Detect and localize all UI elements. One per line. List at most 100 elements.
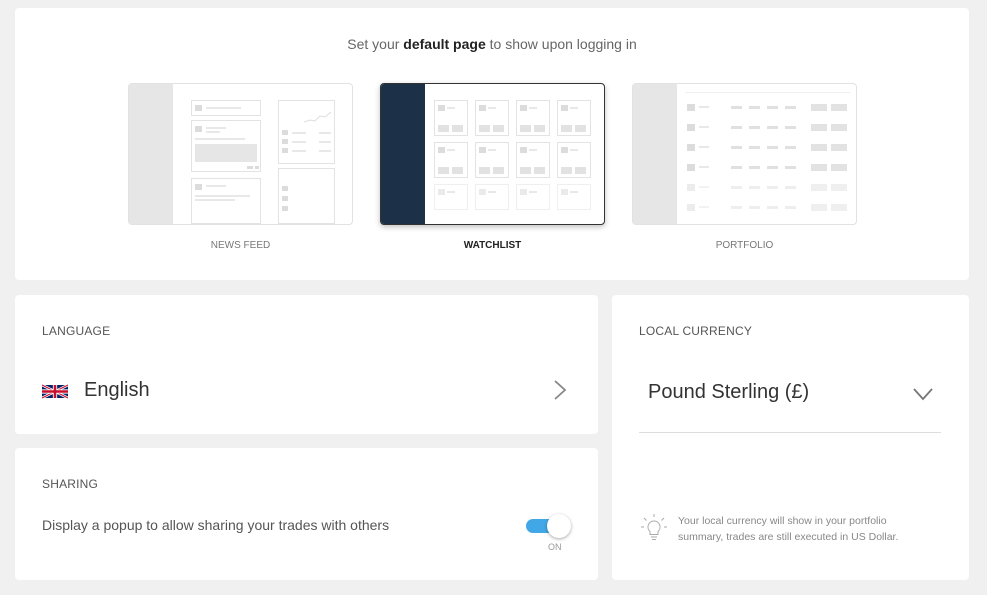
portfolio-cell: [749, 166, 760, 169]
thumb-block: [282, 186, 288, 191]
portfolio-cell: [749, 146, 760, 149]
watchlist-tile-icon: [438, 147, 445, 153]
watchlist-tile: [516, 184, 550, 210]
portfolio-option[interactable]: [632, 83, 857, 225]
portfolio-cell: [785, 106, 796, 109]
portfolio-cell: [731, 146, 742, 149]
currency-card: LOCAL CURRENCY Pound Sterling (£) Your l…: [612, 295, 969, 580]
portfolio-cell: [767, 126, 778, 129]
watchlist-tile-pill: [520, 167, 531, 174]
thumb-block: [282, 196, 288, 201]
language-section-label: LANGUAGE: [42, 324, 111, 338]
title-bold: default page: [403, 36, 486, 52]
currency-section-label: LOCAL CURRENCY: [639, 324, 753, 338]
watchlist-tile-line: [529, 149, 537, 151]
watchlist-tile-line: [529, 107, 537, 109]
uk-flag-icon: [42, 384, 68, 399]
portfolio-row-name: [699, 186, 709, 188]
portfolio-row-icon: [687, 124, 695, 131]
thumb-line: [206, 107, 241, 109]
watchlist-option[interactable]: [380, 83, 605, 225]
thumb-block: [282, 139, 288, 144]
default-page-title: Set your default page to show upon loggi…: [15, 36, 969, 52]
portfolio-row-icon: [687, 204, 695, 211]
portfolio-value-cell: [811, 104, 827, 111]
portfolio-value-cell: [831, 164, 847, 171]
thumb-block: [255, 166, 259, 169]
watchlist-tile-icon: [520, 105, 527, 111]
thumb-sparkline: [304, 111, 332, 123]
watchlist-tile-line: [570, 191, 578, 193]
portfolio-cell: [785, 166, 796, 169]
watchlist-tile-line: [488, 191, 496, 193]
portfolio-value-cell: [831, 104, 847, 111]
sharing-toggle[interactable]: [525, 512, 573, 538]
portfolio-cell: [767, 166, 778, 169]
thumb-block: [195, 126, 202, 132]
watchlist-tile-icon: [438, 189, 445, 195]
thumb-block: [195, 144, 257, 162]
portfolio-value-cell: [811, 144, 827, 151]
portfolio-cell: [731, 126, 742, 129]
thumb-line: [292, 132, 306, 134]
watchlist-tile-line: [447, 149, 455, 151]
watchlist-tile-pill: [561, 167, 572, 174]
news-feed-label: NEWS FEED: [210, 240, 271, 251]
portfolio-row-name: [699, 126, 709, 128]
news-feed-option[interactable]: [128, 83, 353, 225]
watchlist-tile-pill: [534, 125, 545, 132]
currency-select[interactable]: Pound Sterling (£): [639, 365, 941, 433]
watchlist-tile: [475, 184, 509, 210]
watchlist-tile-line: [570, 107, 578, 109]
thumb-sidebar: [381, 84, 425, 224]
watchlist-tile-icon: [520, 189, 527, 195]
portfolio-row-icon: [687, 184, 695, 191]
portfolio-row-icon: [687, 144, 695, 151]
watchlist-tile-line: [488, 107, 496, 109]
watchlist-tile-pill: [452, 167, 463, 174]
watchlist-tile-pill: [479, 125, 490, 132]
chevron-down-icon: [913, 388, 933, 401]
portfolio-cell: [785, 126, 796, 129]
thumb-block: [195, 105, 202, 111]
portfolio-cell: [749, 106, 760, 109]
watchlist-tile: [434, 184, 468, 210]
watchlist-tile-icon: [479, 189, 486, 195]
sharing-description: Display a popup to allow sharing your tr…: [42, 517, 390, 533]
portfolio-row-icon: [687, 164, 695, 171]
watchlist-tile-pill: [479, 167, 490, 174]
thumb-block: [195, 184, 202, 190]
thumb-block: [282, 148, 288, 153]
watchlist-tile-pill: [534, 167, 545, 174]
watchlist-tile-pill: [452, 125, 463, 132]
watchlist-tile-pill: [575, 167, 586, 174]
toggle-knob: [547, 514, 571, 538]
thumb-line: [206, 127, 226, 129]
watchlist-tile-line: [488, 149, 496, 151]
thumb-sidebar: [129, 84, 173, 224]
portfolio-label: PORTFOLIO: [715, 240, 774, 251]
watchlist-tile-pill: [438, 125, 449, 132]
portfolio-value-cell: [831, 144, 847, 151]
currency-note: Your local currency will show in your po…: [678, 515, 899, 543]
watchlist-tile-pill: [520, 125, 531, 132]
watchlist-tile-icon: [520, 147, 527, 153]
toggle-state-label: ON: [548, 542, 562, 552]
watchlist-tile-line: [570, 149, 578, 151]
lightbulb-icon: [641, 514, 667, 540]
watchlist-tile-pill: [493, 167, 504, 174]
portfolio-cell: [767, 146, 778, 149]
portfolio-cell: [785, 206, 796, 209]
thumb-line: [195, 138, 245, 140]
watchlist-tile: [557, 184, 591, 210]
thumb-block: [282, 130, 288, 135]
watchlist-tile-line: [529, 191, 537, 193]
portfolio-row-icon: [687, 104, 695, 111]
portfolio-value-cell: [811, 124, 827, 131]
watchlist-label: WATCHLIST: [463, 240, 522, 251]
portfolio-cell: [731, 166, 742, 169]
portfolio-cell: [749, 206, 760, 209]
chevron-right-icon[interactable]: [553, 379, 567, 401]
default-page-card: Set your default page to show upon loggi…: [15, 8, 969, 280]
portfolio-cell: [767, 106, 778, 109]
